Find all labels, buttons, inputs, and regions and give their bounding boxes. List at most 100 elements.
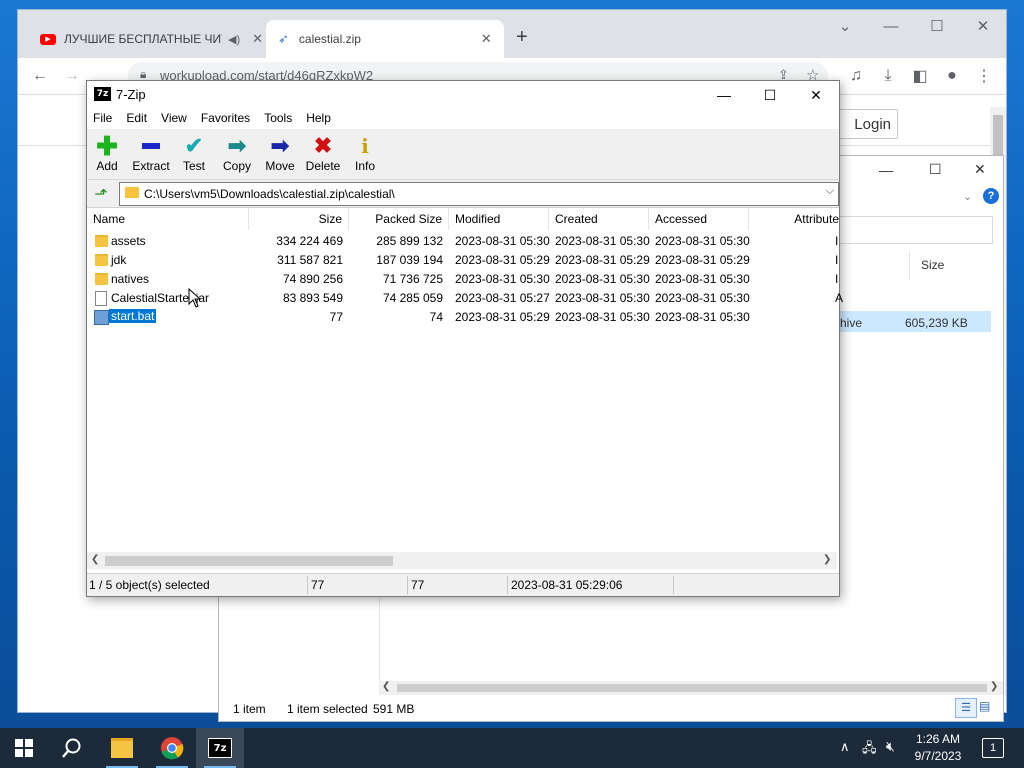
path-field[interactable]: C:\Users\vm5\Downloads\calestial.zip\cal… (119, 182, 839, 206)
menu-favorites[interactable]: Favorites (195, 109, 258, 129)
table-row[interactable]: jdk 311 587 821 187 039 194 2023-08-31 0… (87, 251, 839, 270)
column-name[interactable]: Name (87, 208, 249, 230)
item-count: 1 item (233, 702, 266, 716)
folder-up-icon[interactable]: ⬏ (91, 184, 111, 204)
menu-tools[interactable]: Tools (258, 109, 300, 129)
windows-icon (15, 739, 33, 757)
minimize-button[interactable]: — (879, 162, 893, 178)
table-row[interactable]: assets 334 224 469 285 899 132 2023-08-3… (87, 232, 839, 251)
download-icon[interactable]: ⤓ (876, 64, 900, 88)
maximize-button[interactable]: ☐ (747, 81, 793, 109)
maximize-button[interactable]: ☐ (929, 161, 942, 178)
tab-search-icon[interactable]: ⌄ (822, 10, 868, 42)
help-icon[interactable]: ? (983, 188, 999, 204)
new-tab-button[interactable]: + (516, 26, 528, 49)
scroll-left-icon[interactable]: ❮ (382, 681, 390, 692)
profile-icon[interactable]: ● (940, 64, 964, 88)
speaker-icon[interactable]: ◀) (228, 33, 240, 46)
divider (407, 576, 408, 594)
login-button[interactable]: Login (832, 109, 898, 139)
column-modified[interactable]: Modified (449, 208, 549, 230)
accessed: 2023-08-31 05:29 (655, 253, 750, 267)
horizontal-scrollbar[interactable]: ❮ ❯ (87, 552, 837, 569)
scroll-right-icon[interactable]: ❯ (823, 554, 831, 565)
minimize-button[interactable]: — (701, 81, 747, 109)
scroll-right-icon[interactable]: ❯ (990, 681, 998, 692)
file-name: natives (111, 272, 150, 286)
file-name: start.bat (109, 309, 157, 323)
menu-file[interactable]: File (87, 109, 120, 129)
file-size: 334 224 469 (276, 234, 343, 248)
title-bar[interactable]: 7z 7-Zip — ☐ ✕ (87, 81, 839, 109)
file-name-wrap: start.bat (109, 309, 157, 323)
clock[interactable]: 1:26 AM 9/7/2023 (908, 731, 968, 765)
table-row[interactable]: start.bat 77 74 2023-08-31 05:29 2023-08… (87, 308, 839, 327)
back-icon[interactable]: ← (28, 64, 52, 88)
copy-button[interactable]: ➡ Copy (217, 131, 257, 177)
scroll-thumb[interactable] (105, 556, 393, 566)
column-packed-size[interactable]: Packed Size (349, 208, 449, 230)
folder-icon (111, 738, 133, 758)
delete-button[interactable]: ✖ Delete (303, 131, 343, 177)
menu-icon[interactable]: ⋮ (972, 64, 996, 88)
scroll-thumb[interactable] (397, 684, 987, 692)
column-created[interactable]: Created (549, 208, 649, 230)
tool-label: Add (96, 159, 118, 173)
close-button[interactable]: ✕ (793, 81, 839, 109)
tab-calestial[interactable]: ➶ calestial.zip ✕ (266, 20, 504, 58)
search-box[interactable] (839, 216, 993, 244)
chevron-down-icon[interactable]: ⌄ (963, 190, 972, 203)
large-icons-view-icon[interactable]: ▤ (979, 699, 990, 713)
tool-label: Delete (305, 159, 341, 173)
time: 1:26 AM (915, 732, 961, 746)
tab-close-icon[interactable]: ✕ (481, 31, 492, 47)
notification-button[interactable]: 1 (982, 738, 1004, 758)
test-button[interactable]: ✔ Test (174, 131, 214, 177)
chrome-taskbar[interactable] (148, 728, 196, 768)
add-button[interactable]: ✚ Add (87, 131, 127, 177)
batch-file-icon (94, 310, 109, 325)
column-size[interactable]: Size (249, 208, 349, 230)
created: 2023-08-31 05:30 (555, 234, 650, 248)
file-size: 605,239 KB (905, 316, 968, 330)
side-panel-icon[interactable]: ◧ (908, 64, 932, 88)
menu-view[interactable]: View (155, 109, 195, 129)
minimize-button[interactable]: — (868, 10, 914, 42)
file-explorer-taskbar[interactable] (98, 728, 146, 768)
youtube-icon: ▶ (40, 33, 56, 45)
volume-muted-icon[interactable]: 🔇︎ (886, 738, 895, 755)
file-type: hive (840, 316, 863, 330)
media-icon[interactable]: ♫ (844, 64, 868, 88)
address-row: ⬏ C:\Users\vm5\Downloads\calestial.zip\c… (87, 182, 839, 206)
column-accessed[interactable]: Accessed (649, 208, 749, 230)
search-button[interactable] (48, 728, 96, 768)
start-button[interactable] (0, 728, 48, 768)
modified: 2023-08-31 05:30 (455, 234, 550, 248)
network-icon[interactable]: 🖧︎ (862, 739, 877, 761)
table-row[interactable]: natives 74 890 256 71 736 725 2023-08-31… (87, 270, 839, 289)
sevenzip-taskbar[interactable]: 7z (196, 728, 244, 768)
move-button[interactable]: ➡ Move (260, 131, 300, 177)
close-button[interactable]: ✕ (974, 161, 986, 178)
extract-button[interactable]: Extract (131, 131, 171, 177)
tool-label: Extract (132, 159, 170, 173)
close-button[interactable]: ✕ (960, 10, 1006, 42)
divider (673, 576, 674, 594)
tab-youtube[interactable]: ▶ ЛУЧШИЕ БЕСПЛАТНЫЕ ЧИТ ◀) ✕ (30, 20, 266, 58)
chevron-down-icon[interactable]: ⌵ (826, 185, 834, 198)
menu-edit[interactable]: Edit (120, 109, 155, 129)
menu-help[interactable]: Help (300, 109, 339, 129)
maximize-button[interactable]: ☐ (914, 10, 960, 42)
modified: 2023-08-31 05:29 (455, 310, 550, 324)
packed-size: 74 285 059 (382, 291, 443, 305)
tab-close-icon[interactable]: ✕ (252, 31, 263, 47)
column-size[interactable]: Size (921, 258, 944, 272)
info-button[interactable]: i Info (345, 131, 385, 177)
date: 9/7/2023 (914, 749, 962, 763)
scroll-left-icon[interactable]: ❮ (91, 554, 99, 565)
sevenzip-icon: 7z (208, 738, 232, 758)
forward-icon[interactable]: → (60, 64, 84, 88)
column-attributes[interactable]: Attribute (749, 208, 839, 230)
chevron-up-icon[interactable]: ∧ (840, 739, 850, 755)
details-view-icon[interactable]: ☰ (955, 698, 977, 718)
